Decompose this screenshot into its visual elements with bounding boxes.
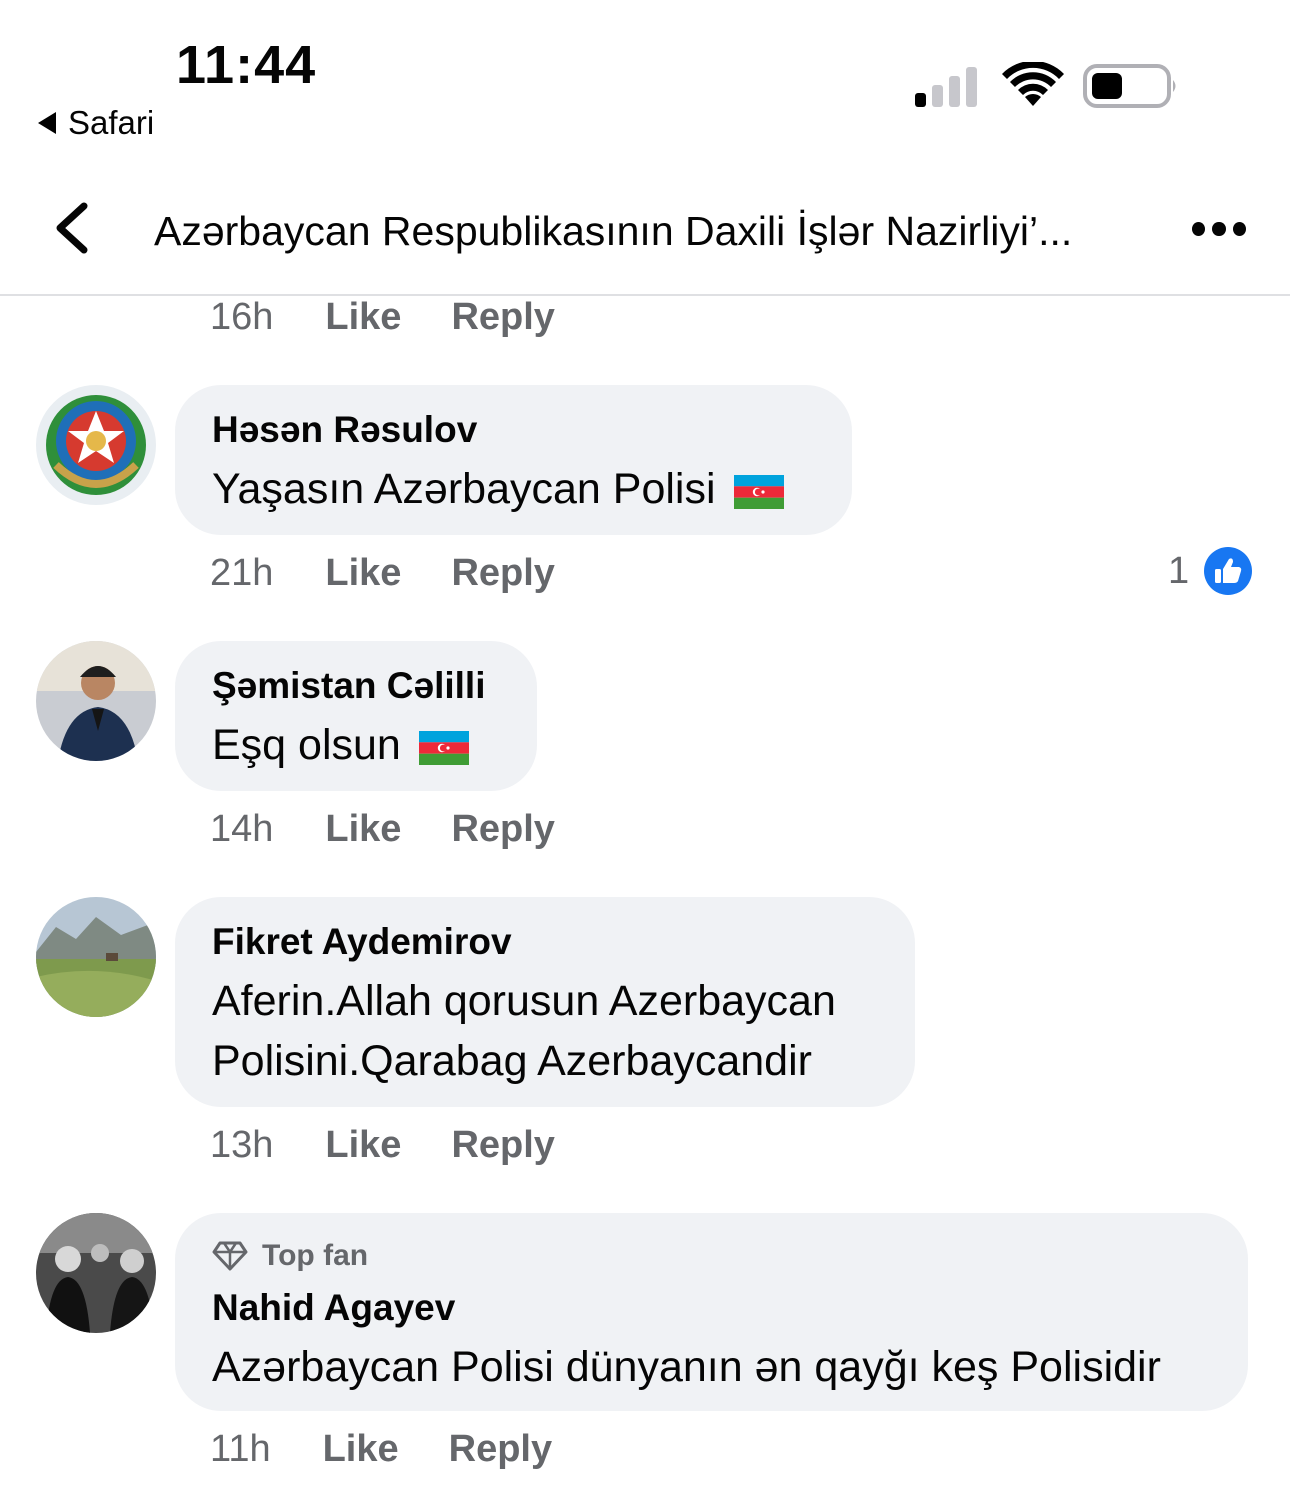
azerbaijan-flag-icon: [418, 730, 469, 765]
like-button[interactable]: Like: [325, 1124, 401, 1167]
azerbaijan-flag-icon: [733, 474, 784, 509]
battery-icon: [1083, 64, 1176, 108]
avatar[interactable]: [36, 641, 156, 761]
comment-time: 14h: [210, 808, 274, 850]
like-button[interactable]: Like: [325, 552, 401, 595]
reaction-summary[interactable]: 1: [1168, 546, 1253, 596]
comment-text: Yaşasın Azərbaycan Polisi: [212, 465, 716, 513]
like-reaction-icon: [1204, 547, 1253, 595]
comment-author[interactable]: Nahid Agayev: [212, 1287, 455, 1329]
avatar[interactable]: [36, 385, 156, 505]
back-app-label: Safari: [68, 104, 155, 141]
comment-text-row: Yaşasın Azərbaycan Polisi: [212, 459, 784, 519]
back-chevron-icon[interactable]: [50, 200, 94, 256]
reply-button[interactable]: Reply: [451, 552, 554, 595]
comment-meta: 21h Like Reply: [210, 552, 555, 595]
group-photo-avatar-icon: [36, 1213, 156, 1333]
like-button[interactable]: Like: [323, 1428, 399, 1471]
avatar[interactable]: [36, 897, 156, 1017]
status-time: 11:44: [176, 35, 317, 95]
reply-button[interactable]: Reply: [449, 1428, 552, 1471]
comment-bubble: Həsən Rəsulov Yaşasın Azərbaycan Polisi: [175, 385, 852, 535]
comment-bubble: Top fan Nahid Agayev Azərbaycan Polisi d…: [175, 1213, 1248, 1411]
like-button[interactable]: Like: [325, 808, 401, 851]
back-to-safari-button[interactable]: Safari: [38, 104, 154, 142]
comment-time: 11h: [210, 1428, 271, 1470]
wifi-icon: [1002, 62, 1064, 106]
like-button[interactable]: Like: [325, 296, 401, 339]
comment-time: 21h: [210, 552, 274, 594]
comment-text: Eşq olsun: [212, 721, 401, 769]
top-fan-label: Top fan: [262, 1239, 369, 1272]
comment-author[interactable]: Şəmistan Cəlilli: [212, 665, 486, 707]
reply-button[interactable]: Reply: [451, 808, 554, 851]
landscape-avatar-icon: [36, 897, 156, 1017]
comment-meta: 14h Like Reply: [210, 808, 555, 851]
comment-author[interactable]: Həsən Rəsulov: [212, 409, 477, 451]
page-title: Azərbaycan Respublikasının Daxili İşlər …: [154, 208, 1073, 254]
comment-bubble: Şəmistan Cəlilli Eşq olsun: [175, 641, 537, 791]
diamond-icon: [212, 1241, 248, 1271]
reply-button[interactable]: Reply: [451, 296, 554, 339]
top-fan-badge: Top fan: [212, 1239, 368, 1273]
dot: [1232, 222, 1246, 236]
status-bar: 11:44 Safari: [0, 0, 1290, 160]
comment-text: Aferin.Allah qorusun Azerbaycan: [212, 977, 836, 1025]
emblem-avatar-icon: [36, 385, 156, 505]
reaction-count: 1: [1168, 549, 1190, 592]
navigation-bar: Azərbaycan Respublikasının Daxili İşlər …: [0, 170, 1290, 296]
comment-meta: 16h Like Reply: [210, 296, 555, 339]
comment-meta: 11h Like Reply: [210, 1428, 552, 1471]
comment-time: 16h: [210, 296, 274, 338]
dot: [1192, 222, 1206, 236]
comment-text: Polisini.Qarabag Azerbaycandir: [212, 1037, 812, 1085]
avatar[interactable]: [36, 1213, 156, 1333]
comment-time: 13h: [210, 1124, 274, 1166]
comment-text: Azərbaycan Polisi dünyanın ən qayğı keş …: [212, 1343, 1161, 1391]
comment-author[interactable]: Fikret Aydemirov: [212, 921, 512, 963]
back-triangle-icon: [38, 112, 56, 134]
cellular-signal-icon: [915, 67, 977, 107]
comment-meta: 13h Like Reply: [210, 1124, 555, 1167]
comment-text-row: Eşq olsun: [212, 715, 469, 775]
person-avatar-icon: [36, 641, 156, 761]
dot: [1212, 222, 1226, 236]
reply-button[interactable]: Reply: [451, 1124, 554, 1167]
more-options-icon[interactable]: [1192, 222, 1246, 238]
comment-bubble: Fikret Aydemirov Aferin.Allah qorusun Az…: [175, 897, 915, 1107]
